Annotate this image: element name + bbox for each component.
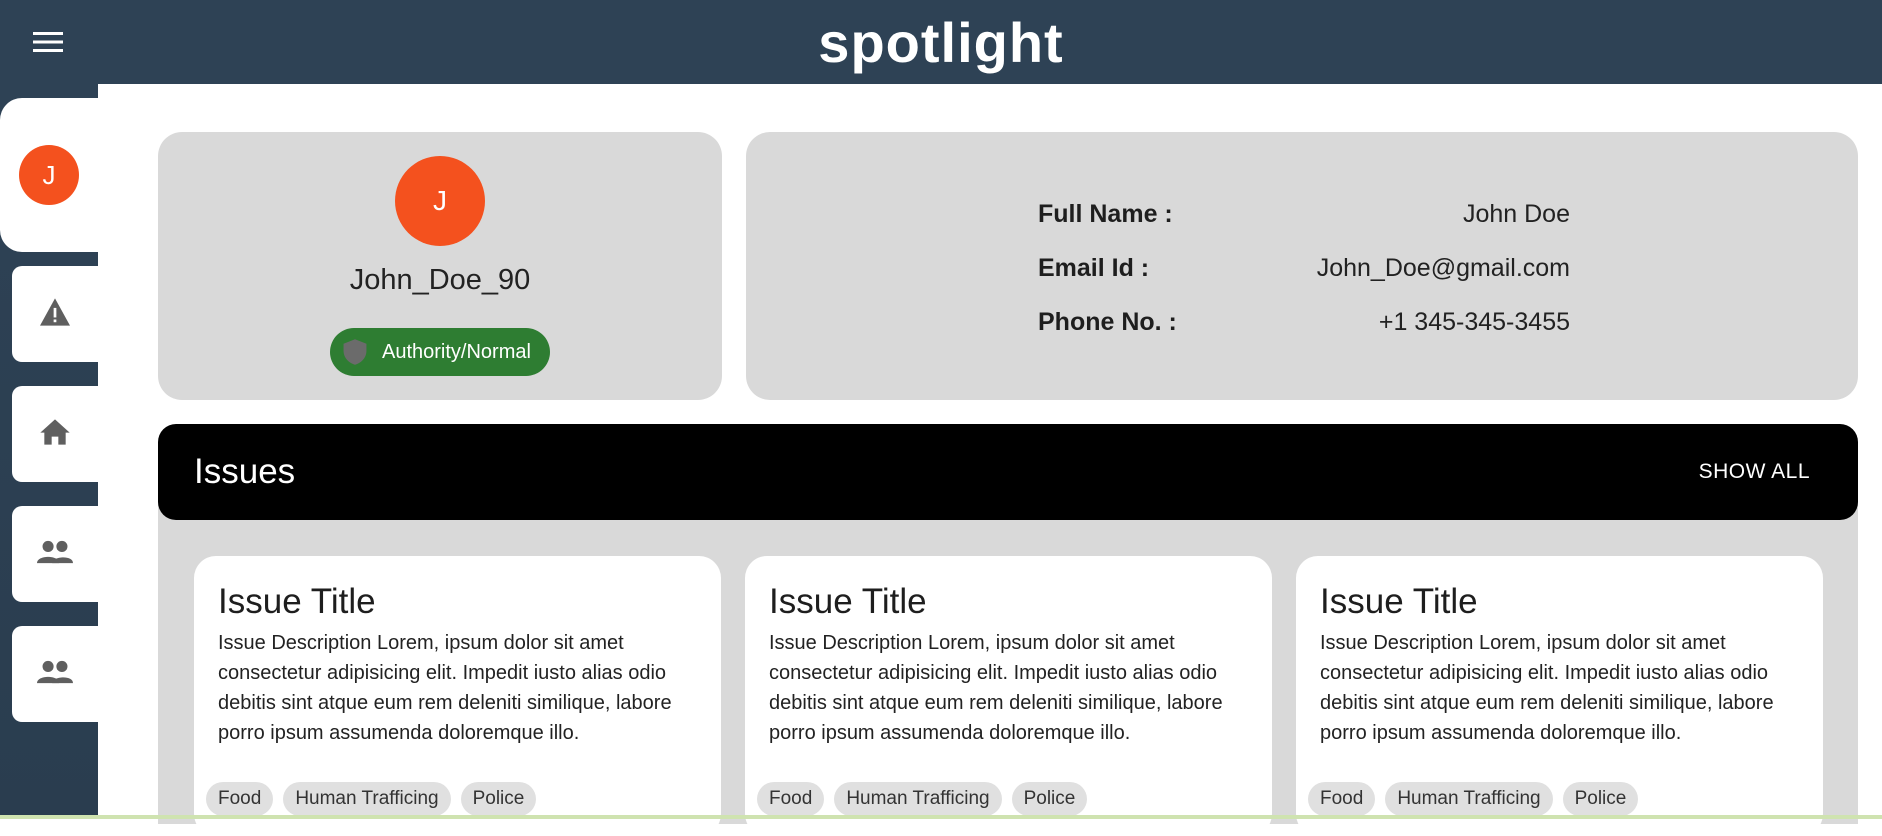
role-label: Authority/Normal — [382, 340, 531, 363]
app-title: spotlight — [818, 10, 1064, 74]
top-app-bar: spotlight — [0, 0, 1882, 84]
issue-card[interactable]: Issue Title Issue Description Lorem, ips… — [194, 556, 721, 836]
sidebar-item-profile[interactable]: J — [0, 98, 98, 252]
menu-icon[interactable] — [28, 22, 68, 62]
email-label: Email Id : — [1038, 253, 1150, 282]
tag-list: Food Human Trafficing Police — [206, 782, 537, 816]
tag-chip[interactable]: Police — [1562, 782, 1639, 816]
main-content: J John_Doe_90 Authority/Normal Full Name… — [98, 84, 1882, 836]
full-name-row: Full Name : John Doe — [1038, 194, 1570, 234]
issues-heading: Issues — [194, 452, 296, 491]
issue-title: Issue Title — [769, 582, 927, 621]
tag-chip[interactable]: Human Trafficing — [1385, 782, 1553, 816]
sidebar-item-people[interactable] — [12, 506, 98, 602]
bottom-divider — [0, 815, 1882, 819]
people-icon — [37, 659, 73, 690]
tag-chip[interactable]: Food — [757, 782, 825, 816]
warning-icon — [38, 297, 72, 332]
tag-chip[interactable]: Food — [1308, 782, 1376, 816]
show-all-button[interactable]: SHOW ALL — [1699, 460, 1810, 484]
email-row: Email Id : John_Doe@gmail.com — [1038, 248, 1570, 288]
tag-chip[interactable]: Human Trafficing — [283, 782, 451, 816]
tag-chip[interactable]: Food — [206, 782, 274, 816]
avatar: J — [19, 145, 79, 205]
people-icon — [37, 539, 73, 570]
issues-header: Issues SHOW ALL — [158, 424, 1858, 520]
issue-card[interactable]: Issue Title Issue Description Lorem, ips… — [745, 556, 1272, 836]
home-icon — [39, 418, 71, 451]
sidebar-item-home[interactable] — [12, 386, 98, 482]
issue-description: Issue Description Lorem, ipsum dolor sit… — [1320, 632, 1774, 744]
issue-card[interactable]: Issue Title Issue Description Lorem, ips… — [1296, 556, 1823, 836]
phone-value: +1 345-345-3455 — [1378, 307, 1570, 336]
issue-title: Issue Title — [218, 582, 376, 621]
sidebar-item-groups[interactable] — [12, 626, 98, 722]
full-name-label: Full Name : — [1038, 199, 1173, 228]
role-chip[interactable]: Authority/Normal — [330, 328, 550, 376]
tag-chip[interactable]: Human Trafficing — [834, 782, 1002, 816]
sidebar: J — [0, 84, 98, 819]
tag-list: Food Human Trafficing Police — [1308, 782, 1639, 816]
profile-card: J John_Doe_90 Authority/Normal — [158, 132, 722, 400]
issue-title: Issue Title — [1320, 582, 1478, 621]
profile-avatar: J — [395, 156, 485, 246]
tag-chip[interactable]: Police — [460, 782, 537, 816]
issue-description: Issue Description Lorem, ipsum dolor sit… — [769, 632, 1223, 744]
full-name-value: John Doe — [1462, 199, 1570, 228]
tag-list: Food Human Trafficing Police — [757, 782, 1088, 816]
phone-row: Phone No. : +1 345-345-3455 — [1038, 302, 1570, 342]
sidebar-item-issues[interactable] — [12, 266, 98, 362]
shield-icon — [340, 337, 370, 367]
issue-description: Issue Description Lorem, ipsum dolor sit… — [218, 632, 672, 744]
phone-label: Phone No. : — [1038, 307, 1177, 336]
email-value: John_Doe@gmail.com — [1316, 253, 1570, 282]
tag-chip[interactable]: Police — [1011, 782, 1088, 816]
username: John_Doe_90 — [349, 264, 531, 296]
user-info-card: Full Name : John Doe Email Id : John_Doe… — [746, 132, 1858, 400]
